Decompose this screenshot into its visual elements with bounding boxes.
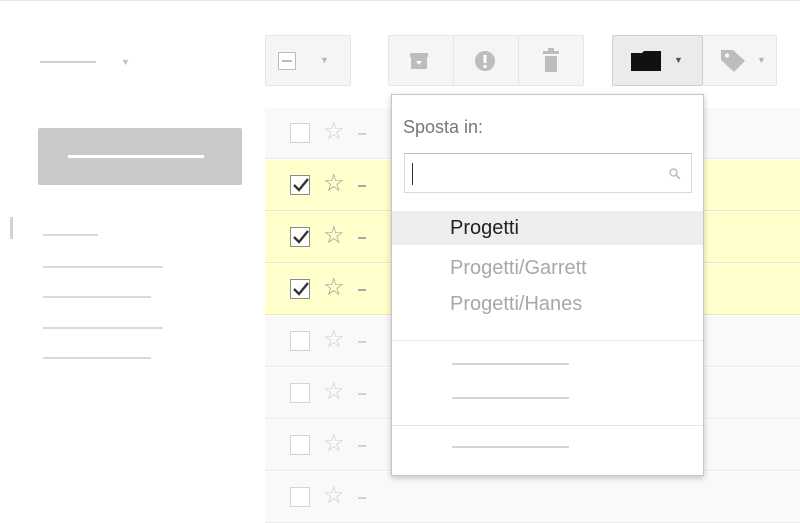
- exclamation-circle-icon: [475, 51, 495, 71]
- action-group: [388, 35, 584, 86]
- star-outline-icon[interactable]: ☆: [323, 327, 345, 353]
- sender-placeholder: [358, 393, 366, 395]
- magnifier-icon: [669, 168, 681, 180]
- sender-placeholder: [358, 341, 366, 343]
- report-spam-button[interactable]: [454, 36, 518, 85]
- account-switcher-placeholder[interactable]: [40, 61, 96, 63]
- menu-divider: [392, 425, 703, 426]
- text-cursor: [412, 163, 413, 185]
- message-row[interactable]: ☆: [265, 472, 800, 523]
- checkmark-icon: [293, 178, 309, 192]
- compose-button-label-placeholder: [68, 155, 204, 158]
- compose-button[interactable]: [38, 128, 242, 185]
- star-outline-icon[interactable]: ☆: [323, 119, 345, 145]
- select-all-button[interactable]: ▼: [265, 35, 351, 86]
- star-outline-icon[interactable]: ☆: [323, 275, 345, 301]
- checkbox[interactable]: [290, 331, 310, 351]
- star-outline-icon[interactable]: ☆: [323, 379, 345, 405]
- star-outline-icon[interactable]: ☆: [323, 483, 345, 509]
- menu-item-placeholder[interactable]: [452, 446, 569, 448]
- toolbar-divider: [0, 0, 800, 1]
- checkbox[interactable]: [290, 123, 310, 143]
- checkbox[interactable]: [290, 383, 310, 403]
- checkbox-checked[interactable]: [290, 175, 310, 195]
- menu-item-text: Progetti/Hanes: [450, 293, 583, 315]
- sender-placeholder: [358, 185, 366, 187]
- star-outline-icon[interactable]: ☆: [323, 431, 345, 457]
- checkbox-checked[interactable]: [290, 279, 310, 299]
- star-outline-icon[interactable]: ☆: [323, 223, 345, 249]
- account-caret-icon[interactable]: ▼: [121, 57, 130, 67]
- checkmark-icon: [293, 282, 309, 296]
- nav-item-placeholder[interactable]: [43, 357, 151, 359]
- label-search-field[interactable]: [404, 153, 692, 193]
- chevron-down-icon: ▼: [757, 55, 766, 65]
- nav-item-placeholder[interactable]: [43, 296, 151, 298]
- menu-item-label[interactable]: Progetti: [392, 211, 703, 245]
- menu-item-placeholder[interactable]: [452, 363, 569, 365]
- chevron-down-icon: ▼: [320, 55, 329, 65]
- folder-icon: [631, 51, 661, 71]
- menu-item-text: Progetti: [450, 217, 519, 239]
- menu-item-label[interactable]: Progetti/Hanes: [392, 287, 703, 321]
- archive-box-icon: [410, 53, 428, 69]
- star-outline-icon[interactable]: ☆: [323, 171, 345, 197]
- sender-placeholder: [358, 445, 366, 447]
- sender-placeholder: [358, 289, 366, 291]
- delete-button[interactable]: [519, 36, 583, 85]
- chevron-down-icon: ▼: [674, 55, 683, 65]
- nav-item-placeholder[interactable]: [43, 266, 163, 268]
- sender-placeholder: [358, 133, 366, 135]
- trash-icon: [543, 48, 559, 72]
- checkmark-icon: [293, 230, 309, 244]
- labels-button[interactable]: ▼: [703, 35, 777, 86]
- menu-item-placeholder[interactable]: [452, 397, 569, 399]
- menu-item-text: Progetti/Garrett: [450, 257, 587, 279]
- archive-button[interactable]: [389, 36, 453, 85]
- menu-item-label[interactable]: Progetti/Garrett: [392, 251, 703, 285]
- checkbox-checked[interactable]: [290, 227, 310, 247]
- checkbox[interactable]: [290, 487, 310, 507]
- menu-title: Sposta in:: [403, 117, 484, 137]
- sender-placeholder: [358, 237, 366, 239]
- tag-icon: [721, 50, 745, 72]
- move-to-menu: Sposta in: Progetti Progetti/Garrett Pro…: [391, 94, 704, 476]
- nav-active-marker: [10, 217, 13, 239]
- label-search-input[interactable]: [405, 154, 691, 192]
- menu-divider: [392, 340, 703, 341]
- move-to-button[interactable]: ▼: [612, 35, 703, 86]
- nav-item-placeholder[interactable]: [43, 327, 163, 329]
- sender-placeholder: [358, 497, 366, 499]
- checkbox-dash-icon: [278, 52, 296, 70]
- checkbox[interactable]: [290, 435, 310, 455]
- nav-item-placeholder[interactable]: [43, 234, 98, 236]
